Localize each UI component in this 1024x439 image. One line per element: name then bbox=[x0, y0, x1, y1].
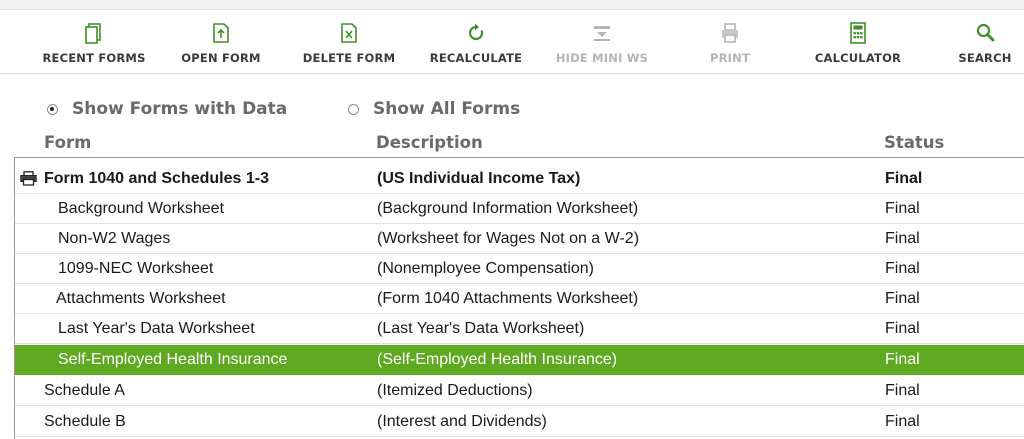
recent-forms-button[interactable]: RECENT FORMS bbox=[42, 22, 146, 65]
calculator-icon bbox=[850, 22, 866, 44]
status-cell: Final bbox=[885, 170, 923, 187]
hide-mini-ws-icon bbox=[594, 26, 610, 41]
hide-mini-ws-button[interactable]: HIDE MINI WS bbox=[556, 22, 648, 65]
form-name-cell: Schedule A bbox=[44, 382, 125, 399]
search-icon bbox=[976, 23, 995, 42]
recent-forms-label: RECENT FORMS bbox=[42, 51, 146, 65]
table-row[interactable]: Background Worksheet (Background Informa… bbox=[15, 194, 1024, 224]
recalculate-label: RECALCULATE bbox=[429, 51, 523, 65]
show-all-forms-label: Show All Forms bbox=[373, 99, 521, 119]
calculator-button[interactable]: CALCULATOR bbox=[813, 22, 903, 65]
status-cell: Final bbox=[885, 413, 920, 430]
status-cell: Final bbox=[885, 382, 920, 399]
description-cell: (Interest and Dividends) bbox=[377, 413, 547, 430]
table-row[interactable]: Attachments Worksheet (Form 1040 Attachm… bbox=[15, 284, 1024, 314]
description-cell: (Worksheet for Wages Not on a W-2) bbox=[377, 230, 640, 247]
table-row[interactable]: Form 1040 and Schedules 1-3 (US Individu… bbox=[15, 164, 1024, 194]
show-all-forms-radio[interactable]: Show All Forms bbox=[348, 99, 520, 119]
form-name-cell: Attachments Worksheet bbox=[56, 290, 226, 307]
calculator-label: CALCULATOR bbox=[814, 51, 902, 65]
delete-form-label: DELETE FORM bbox=[302, 51, 396, 65]
show-forms-with-data-radio[interactable]: Show Forms with Data bbox=[47, 99, 287, 119]
status-cell: Final bbox=[885, 351, 920, 368]
toolbar: RECENT FORMS OPEN FORM DELETE FORM RECAL… bbox=[0, 10, 1024, 74]
search-label: SEARCH bbox=[958, 51, 1012, 65]
recalculate-icon bbox=[468, 23, 484, 41]
search-button[interactable]: SEARCH bbox=[957, 22, 1013, 65]
form-name-cell: Form 1040 and Schedules 1-3 bbox=[44, 170, 269, 187]
radio-unselected-icon bbox=[348, 103, 359, 115]
status-cell: Final bbox=[885, 320, 920, 337]
table-row[interactable]: 1099-NEC Worksheet (Nonemployee Compensa… bbox=[15, 254, 1024, 284]
column-header-form[interactable]: Form bbox=[44, 133, 91, 152]
form-filter-options: Show Forms with Data Show All Forms bbox=[0, 97, 1024, 119]
description-cell: (Nonemployee Compensation) bbox=[377, 260, 594, 277]
status-cell: Final bbox=[885, 260, 920, 277]
open-form-label: OPEN FORM bbox=[181, 51, 261, 65]
table-row[interactable]: Schedule A (Itemized Deductions) Final bbox=[15, 376, 1024, 406]
delete-form-button[interactable]: DELETE FORM bbox=[302, 22, 396, 65]
status-cell: Final bbox=[885, 200, 920, 217]
form-name-cell: Background Worksheet bbox=[58, 200, 225, 217]
table-row-selected[interactable]: Self-Employed Health Insurance (Self-Emp… bbox=[15, 345, 1024, 375]
window-top-strip bbox=[0, 0, 1024, 10]
column-header-status[interactable]: Status bbox=[884, 133, 944, 152]
open-form-icon bbox=[213, 23, 229, 43]
hide-mini-ws-label: HIDE MINI WS bbox=[555, 51, 649, 65]
column-header-description[interactable]: Description bbox=[376, 133, 483, 152]
status-cell: Final bbox=[885, 290, 920, 307]
description-cell: (Self-Employed Health Insurance) bbox=[377, 351, 618, 368]
forms-table: Form 1040 and Schedules 1-3 (US Individu… bbox=[14, 157, 1024, 439]
form-name-cell: Last Year's Data Worksheet bbox=[58, 320, 255, 337]
delete-form-icon bbox=[341, 23, 357, 43]
description-cell: (US Individual Income Tax) bbox=[377, 170, 581, 187]
print-button[interactable]: PRINT bbox=[707, 22, 753, 65]
printer-icon bbox=[722, 23, 738, 43]
status-cell: Final bbox=[885, 230, 920, 247]
form-name-cell: Schedule B bbox=[44, 413, 126, 430]
form-name-cell: Non-W2 Wages bbox=[58, 230, 171, 247]
table-row[interactable]: Schedule B (Interest and Dividends) Fina… bbox=[15, 407, 1024, 437]
form-name-cell: Self-Employed Health Insurance bbox=[58, 351, 288, 368]
recalculate-button[interactable]: RECALCULATE bbox=[430, 22, 522, 65]
description-cell: (Last Year's Data Worksheet) bbox=[377, 320, 585, 337]
radio-selected-icon bbox=[47, 103, 58, 115]
column-headers: Form Description Status bbox=[0, 133, 1024, 155]
recent-forms-icon bbox=[85, 23, 101, 44]
form-name-cell: 1099-NEC Worksheet bbox=[58, 260, 214, 277]
open-form-button[interactable]: OPEN FORM bbox=[181, 22, 261, 65]
print-label: PRINT bbox=[709, 51, 751, 65]
table-row[interactable]: Non-W2 Wages (Worksheet for Wages Not on… bbox=[15, 224, 1024, 254]
description-cell: (Itemized Deductions) bbox=[377, 382, 533, 399]
table-row[interactable]: Last Year's Data Worksheet (Last Year's … bbox=[15, 314, 1024, 344]
description-cell: (Form 1040 Attachments Worksheet) bbox=[377, 290, 639, 307]
description-cell: (Background Information Worksheet) bbox=[377, 200, 639, 217]
show-forms-with-data-label: Show Forms with Data bbox=[72, 99, 288, 119]
printer-icon bbox=[20, 171, 37, 186]
